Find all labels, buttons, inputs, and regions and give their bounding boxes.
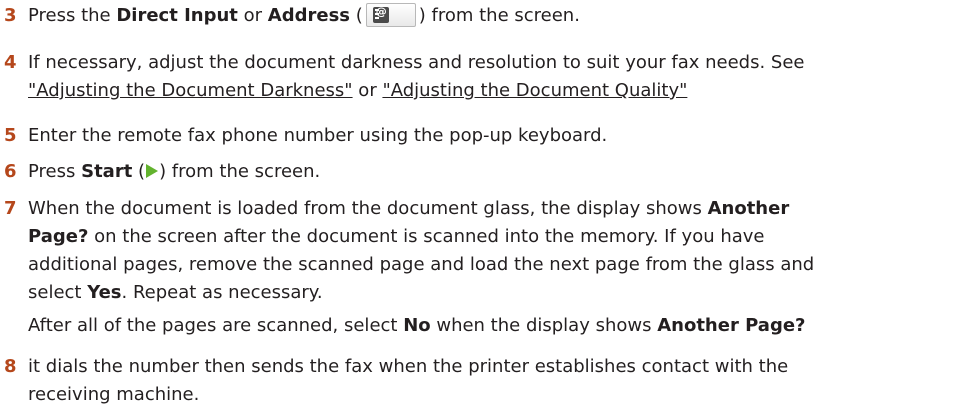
text-run: or bbox=[352, 80, 383, 101]
step-number: 4 bbox=[4, 52, 17, 73]
yes-label: Yes bbox=[87, 282, 122, 303]
page-label: Page? bbox=[28, 226, 89, 247]
text-run: or bbox=[237, 5, 268, 26]
step-text: If necessary, adjust the document darkne… bbox=[28, 49, 943, 105]
step-number: 3 bbox=[4, 5, 17, 26]
fax-instructions: 3 Press the Direct Input or Address ( @ ) … bbox=[0, 0, 959, 407]
step-text: Enter the remote fax phone number using … bbox=[28, 125, 608, 146]
at-symbol: @ bbox=[375, 4, 387, 18]
step-text: Press the Direct Input or Address ( @ ) fr… bbox=[28, 2, 943, 30]
step-text: it dials the number then sends the fax w… bbox=[28, 353, 943, 409]
step-number: 5 bbox=[4, 125, 17, 146]
text-run: When the document is loaded from the doc… bbox=[28, 198, 708, 219]
link-adjusting-quality[interactable]: "Adjusting the Document Quality" bbox=[382, 80, 687, 101]
step-text: Press Start ( ) from the screen. bbox=[28, 158, 943, 186]
text-run: If necessary, adjust the document darkne… bbox=[28, 52, 805, 73]
start-play-icon bbox=[146, 163, 159, 178]
text-run: receiving machine. bbox=[28, 384, 200, 405]
step-number: 7 bbox=[4, 198, 17, 219]
step-text: When the document is loaded from the doc… bbox=[28, 195, 943, 307]
text-run: additional pages, remove the scanned pag… bbox=[28, 254, 815, 275]
address-label: Address bbox=[267, 5, 350, 26]
text-run: when the display shows bbox=[430, 315, 658, 336]
step-number: 8 bbox=[4, 356, 17, 377]
text-run: ) from the screen. bbox=[418, 5, 580, 26]
text-run: ( bbox=[350, 5, 363, 26]
start-label: Start bbox=[81, 161, 133, 182]
another-label: Another bbox=[707, 198, 790, 219]
text-run: Press the bbox=[28, 5, 117, 26]
text-run: on the screen after the document is scan… bbox=[88, 226, 765, 247]
text-run: ) from the screen. bbox=[159, 161, 321, 182]
text-run: Press bbox=[28, 161, 82, 182]
note-text: After all of the pages are scanned, sele… bbox=[28, 312, 943, 340]
link-adjusting-darkness[interactable]: "Adjusting the Document Darkness" bbox=[28, 80, 353, 101]
step-number: 6 bbox=[4, 161, 17, 182]
another-page-label: Another Page? bbox=[657, 315, 806, 336]
text-run: select bbox=[28, 282, 88, 303]
text-run: After all of the pages are scanned, sele… bbox=[28, 315, 404, 336]
text-run: ( bbox=[132, 161, 146, 182]
text-run: it dials the number then sends the fax w… bbox=[28, 356, 789, 377]
no-label: No bbox=[403, 315, 431, 336]
address-book-icon: @ bbox=[365, 2, 416, 27]
direct-input-label: Direct Input bbox=[116, 5, 238, 26]
text-run: . Repeat as necessary. bbox=[121, 282, 323, 303]
